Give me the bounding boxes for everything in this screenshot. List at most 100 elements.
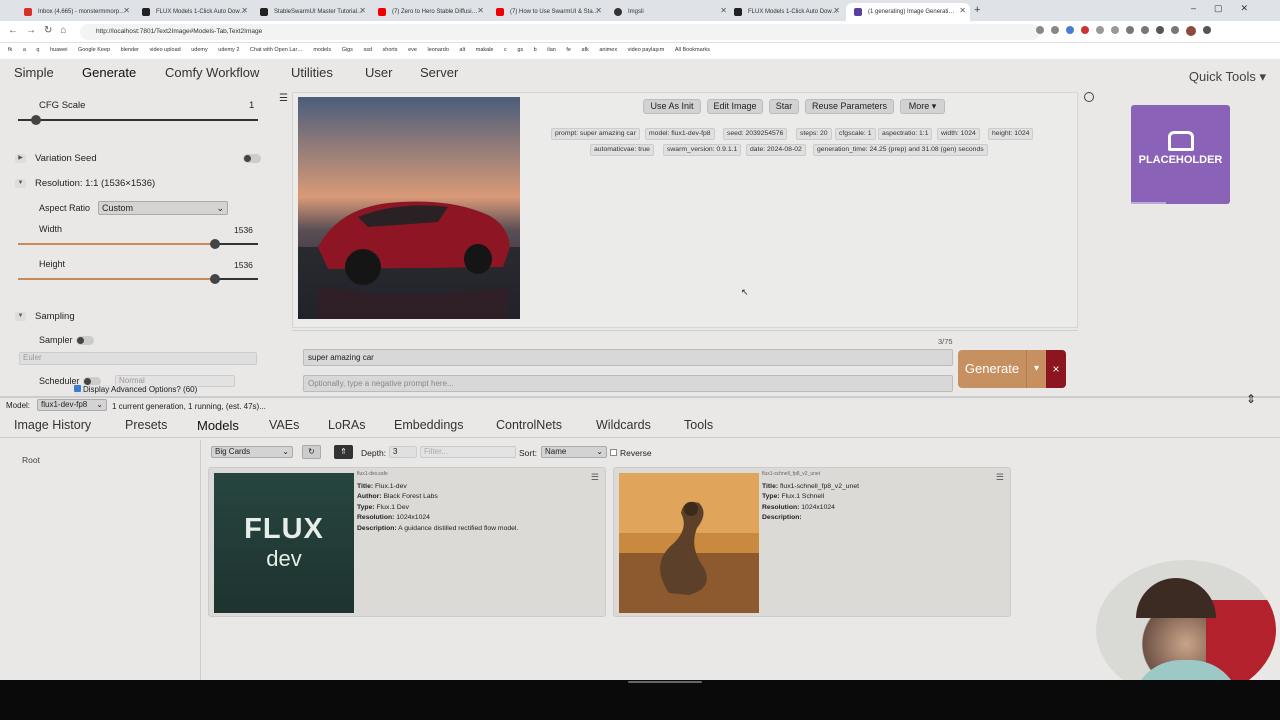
display-advanced-row[interactable]: Display Advanced Options? (60): [74, 385, 198, 395]
url-input[interactable]: http://localhost:7801/Text2Image#Models-…: [80, 24, 1040, 40]
bookmark-item[interactable]: Chat with Open Lar…: [250, 43, 303, 57]
collapse-icon[interactable]: ▼: [15, 179, 26, 188]
placeholder-image[interactable]: PLACEHOLDER: [1131, 105, 1230, 204]
reuse-parameters-button[interactable]: Reuse Parameters: [805, 99, 894, 114]
model-card-flux-schnell[interactable]: flux1-schnell_fp8_v2_unet ☰ Title: flux1…: [613, 467, 1011, 617]
bookmark-item[interactable]: Google Keep: [78, 43, 110, 57]
tab-comfy-workflow[interactable]: Comfy Workflow: [165, 65, 259, 80]
bookmark-item[interactable]: models: [313, 43, 331, 57]
expand-icon[interactable]: ▶: [15, 154, 26, 163]
bookmark-item[interactable]: eve: [408, 43, 417, 57]
close-icon[interactable]: ✕: [123, 6, 130, 15]
width-slider-thumb[interactable]: [210, 239, 220, 249]
menu-icon[interactable]: ☰: [591, 472, 599, 483]
more-button[interactable]: More ▾: [900, 99, 945, 114]
bookmark-item[interactable]: udemy 2: [218, 43, 239, 57]
sort-select[interactable]: Name ⌄: [541, 446, 607, 458]
display-advanced-checkbox[interactable]: [74, 385, 81, 392]
variation-seed-toggle[interactable]: [243, 154, 261, 163]
refresh-button[interactable]: ↻: [302, 445, 321, 459]
tab-image-history[interactable]: Image History: [14, 418, 91, 432]
tab-user[interactable]: User: [365, 65, 392, 80]
tab-loras[interactable]: LoRAs: [328, 418, 366, 432]
width-slider[interactable]: [18, 243, 258, 245]
browser-tab-inbox[interactable]: Inbox (4,665) - monstermmorp… ✕: [16, 3, 134, 21]
bookmark-item[interactable]: ilan: [547, 43, 556, 57]
height-slider-thumb[interactable]: [210, 274, 220, 284]
browser-tab-flux-2[interactable]: FLUX Models 1-Click Auto Dow… ✕: [726, 3, 844, 21]
model-select[interactable]: flux1-dev-fp8 ⌄: [37, 399, 107, 411]
width-value[interactable]: 1536: [234, 225, 253, 235]
tab-controlnets[interactable]: ControlNets: [496, 418, 562, 432]
bookmark-item[interactable]: huawei: [50, 43, 67, 57]
bookmark-item[interactable]: udemy: [191, 43, 208, 57]
cfg-scale-slider[interactable]: [18, 119, 258, 121]
tab-models[interactable]: Models: [197, 418, 239, 433]
close-icon[interactable]: ✕: [241, 6, 248, 15]
filter-input[interactable]: Filter...: [420, 446, 516, 458]
tab-server[interactable]: Server: [420, 65, 458, 80]
height-value[interactable]: 1536: [234, 260, 253, 270]
collapse-icon[interactable]: ▼: [15, 312, 26, 321]
video-scrubber[interactable]: [628, 681, 702, 683]
menu-icon[interactable]: ☰: [996, 472, 1004, 483]
browser-tab-active[interactable]: (1 generating) Image Generati… ✕: [846, 3, 970, 21]
bookmark-all[interactable]: All Bookmarks: [675, 43, 710, 57]
settings-icon[interactable]: [1084, 92, 1094, 102]
quick-tools-dropdown[interactable]: Quick Tools ▾: [1189, 69, 1266, 85]
bookmark-item[interactable]: leonardo: [427, 43, 448, 57]
extension-icons[interactable]: [1036, 26, 1266, 38]
bookmark-item[interactable]: animex: [599, 43, 617, 57]
browser-tab-swarm[interactable]: StableSwarmUI Master Tutorial… ✕: [252, 3, 370, 21]
bookmark-item[interactable]: alt: [459, 43, 465, 57]
browser-tab-youtube-1[interactable]: (7) Zero to Hero Stable Diffusi… ✕: [370, 3, 488, 21]
browser-tab-youtube-2[interactable]: (7) How to Use SwarmUI & Sta… ✕: [488, 3, 606, 21]
bookmark-item[interactable]: video paylaşım: [628, 43, 665, 57]
bookmark-item[interactable]: fk: [8, 43, 12, 57]
tab-simple[interactable]: Simple: [14, 65, 54, 80]
bookmark-item[interactable]: c: [504, 43, 507, 57]
folder-root[interactable]: Root: [22, 455, 40, 465]
close-icon[interactable]: ✕: [477, 6, 484, 15]
cfg-scale-slider-thumb[interactable]: [31, 115, 41, 125]
height-slider[interactable]: [18, 278, 258, 280]
view-mode-select[interactable]: Big Cards ⌄: [211, 446, 293, 458]
tab-tools[interactable]: Tools: [684, 418, 713, 432]
close-icon[interactable]: ✕: [959, 6, 966, 15]
model-card-flux-dev[interactable]: FLUX dev flux1-dev.safe ☰ Title: Flux.1-…: [208, 467, 606, 617]
resize-icon[interactable]: ⇕: [1246, 392, 1256, 406]
depth-input[interactable]: 3: [389, 446, 417, 458]
generate-options-button[interactable]: ▾: [1026, 350, 1046, 388]
negative-prompt-input[interactable]: Optionally, type a negative prompt here.…: [303, 375, 953, 392]
tab-presets[interactable]: Presets: [125, 418, 167, 432]
close-icon[interactable]: ✕: [359, 6, 366, 15]
close-icon[interactable]: ✕: [833, 6, 840, 15]
generated-car-image[interactable]: [298, 97, 520, 319]
tab-vaes[interactable]: VAEs: [269, 418, 299, 432]
collapse-panel-icon[interactable]: ☰: [279, 93, 288, 104]
bookmark-item[interactable]: ssd: [363, 43, 372, 57]
new-tab-button[interactable]: +: [974, 4, 980, 16]
bookmark-item[interactable]: b: [534, 43, 537, 57]
bookmark-item[interactable]: a: [23, 43, 26, 57]
bookmark-item[interactable]: makale: [476, 43, 494, 57]
edit-image-button[interactable]: Edit Image: [707, 99, 763, 114]
bookmark-item[interactable]: afk: [581, 43, 588, 57]
browser-tab-imgsli[interactable]: Imgsli ✕: [606, 3, 731, 21]
sampler-select[interactable]: Euler: [19, 352, 257, 365]
cancel-generation-button[interactable]: ×: [1046, 350, 1066, 388]
aspect-ratio-select[interactable]: Custom ⌄: [98, 201, 228, 215]
bookmark-item[interactable]: q: [36, 43, 39, 57]
close-icon[interactable]: ✕: [595, 6, 602, 15]
bookmark-item[interactable]: Gigs: [342, 43, 353, 57]
nav-buttons[interactable]: ←→↻⌂: [8, 25, 74, 36]
reverse-checkbox[interactable]: [610, 449, 617, 456]
panel-resize-handle[interactable]: [0, 396, 1280, 398]
bookmark-item[interactable]: shorts: [383, 43, 398, 57]
bookmark-item[interactable]: blender: [121, 43, 139, 57]
bookmark-item[interactable]: gs: [517, 43, 523, 57]
star-button[interactable]: Star: [769, 99, 799, 114]
up-folder-button[interactable]: ⇑: [334, 445, 353, 459]
bookmark-item[interactable]: fe: [566, 43, 571, 57]
tab-utilities[interactable]: Utilities: [291, 65, 333, 80]
